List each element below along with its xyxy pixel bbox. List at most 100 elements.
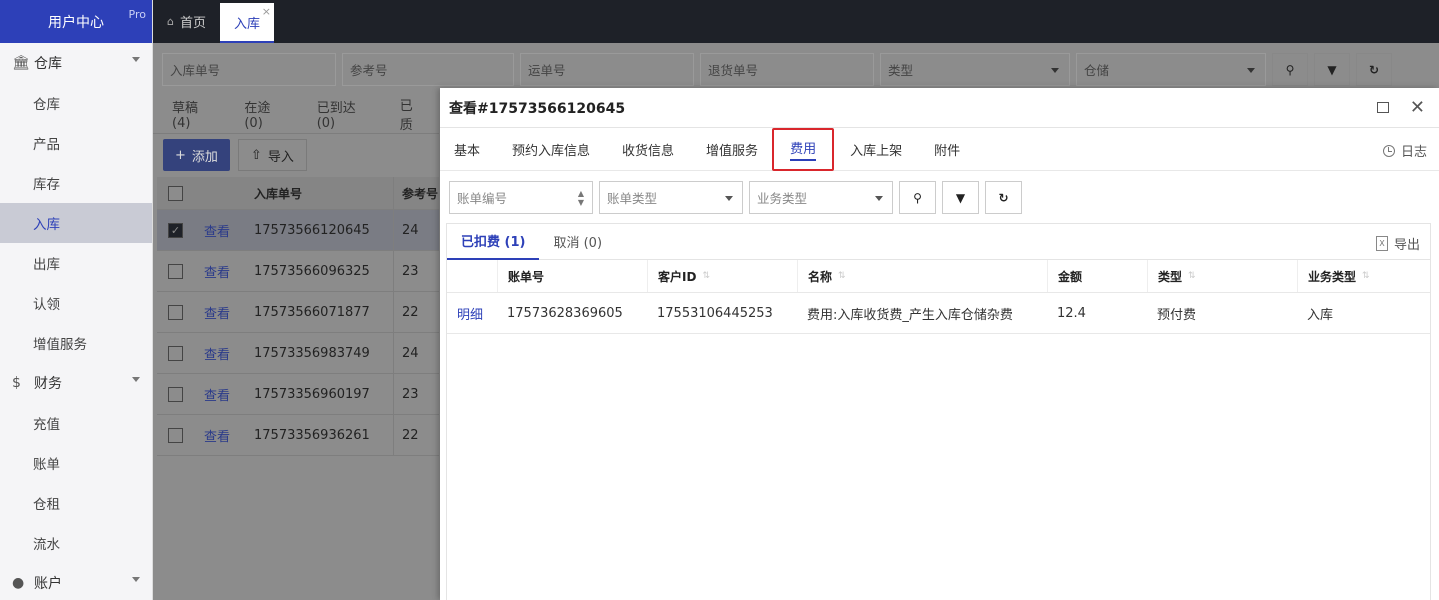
ref-no-input[interactable]: 参考号 (342, 53, 514, 86)
view-link[interactable]: 查看 (194, 262, 243, 281)
row-checkbox[interactable] (168, 263, 183, 279)
tab-home[interactable]: ⌂ 首页 (153, 0, 220, 43)
tab-basic[interactable]: 基本 (440, 128, 496, 170)
view-link[interactable]: 查看 (194, 344, 243, 363)
sort-icon[interactable]: ⇅ (1188, 271, 1196, 281)
chevron-down-icon (875, 196, 883, 201)
filter-button[interactable]: ▼ (942, 181, 979, 214)
view-link[interactable]: 查看 (194, 221, 243, 240)
view-link[interactable]: 查看 (194, 426, 243, 445)
export-button[interactable]: X 导出 (1375, 234, 1420, 253)
sort-icon[interactable]: ⇅ (838, 271, 846, 281)
search-button[interactable]: ⚲ (1272, 53, 1308, 86)
refresh-button[interactable]: ↻ (1356, 53, 1392, 86)
inbound-no-input[interactable]: 入库单号 (162, 53, 336, 86)
tracking-no-input[interactable]: 运单号 (520, 53, 694, 86)
tab-qc[interactable]: 已质 (382, 95, 439, 133)
tab-vas[interactable]: 增值服务 (690, 128, 774, 170)
sidebar-item-bill[interactable]: 账单 (0, 443, 152, 483)
tab-inbound[interactable]: 入库 × (220, 3, 275, 43)
row-checkbox[interactable] (168, 304, 183, 320)
sort-icon[interactable]: ⇅ (702, 271, 710, 281)
col-name[interactable]: 名称 ⇅ (797, 260, 1047, 292)
row-checkbox[interactable] (168, 386, 183, 402)
tab-arrived[interactable]: 已到达(0) (299, 97, 382, 131)
col-customer-id[interactable]: 客户ID ⇅ (647, 260, 797, 292)
maximize-icon[interactable] (1377, 102, 1389, 113)
select-all-checkbox[interactable] (168, 185, 183, 201)
tab-fees-label: 费用 (790, 138, 817, 161)
plus-icon: + (175, 147, 186, 163)
sidebar-item-product[interactable]: 产品 (0, 123, 152, 163)
sidebar-item-claim[interactable]: 认领 (0, 283, 152, 323)
sidebar-group-warehouse[interactable]: 🏛 仓库 (0, 43, 152, 83)
sidebar-item-outbound[interactable]: 出库 (0, 243, 152, 283)
sidebar-item-inventory[interactable]: 库存 (0, 163, 152, 203)
col-ref[interactable]: 参考号 (393, 177, 439, 209)
sort-icon[interactable]: ⇅ (1362, 271, 1370, 281)
detail-link[interactable]: 明细 (447, 293, 497, 333)
row-checkbox[interactable]: ✓ (168, 222, 183, 238)
col-biz-type[interactable]: 业务类型 ⇅ (1297, 260, 1427, 292)
table-row[interactable]: 查看 17573356960197 23 (157, 374, 439, 415)
fee-filter-bar: 账单编号 ▲ ▼ 账单类型 业务类型 ⚲ ▼ ↻ (449, 181, 1439, 214)
refresh-button[interactable]: ↻ (985, 181, 1022, 214)
import-button[interactable]: ⇧ 导入 (237, 139, 307, 171)
inbound-no: 17573356936261 (254, 427, 370, 443)
biz-type-label: 业务类型 (757, 191, 808, 206)
sidebar-item-inbound[interactable]: 入库 (0, 203, 152, 243)
log-button[interactable]: 日志 (1382, 141, 1427, 160)
sidebar-group-label: 财务 (34, 376, 62, 392)
tab-putaway[interactable]: 入库上架 (834, 128, 918, 170)
biz-type-select[interactable]: 业务类型 (749, 181, 893, 214)
tab-receiving[interactable]: 收货信息 (606, 128, 690, 170)
table-row[interactable]: 查看 17573566071877 22 (157, 292, 439, 333)
type-select[interactable]: 类型 (880, 53, 1070, 86)
sidebar-item-recharge[interactable]: 充值 (0, 403, 152, 443)
tab-appointment[interactable]: 预约入库信息 (496, 128, 606, 170)
sidebar-group-account[interactable]: ● 账户 (0, 563, 152, 600)
col-type[interactable]: 类型 ⇅ (1147, 260, 1297, 292)
col-inbound-no[interactable]: 入库单号 (243, 185, 393, 202)
table-row[interactable]: 查看 17573356936261 22 (157, 415, 439, 456)
sidebar-item-vas[interactable]: 增值服务 (0, 323, 152, 363)
view-link[interactable]: 查看 (194, 303, 243, 322)
table-row[interactable]: 查看 17573356983749 24 (157, 333, 439, 374)
tab-fees[interactable]: 费用 (772, 128, 835, 171)
filter-button[interactable]: ▼ (1314, 53, 1350, 86)
search-button[interactable]: ⚲ (899, 181, 936, 214)
row-checkbox[interactable] (168, 427, 183, 443)
sidebar-item-warehouse[interactable]: 仓库 (0, 83, 152, 123)
upload-icon: ⇧ (250, 147, 262, 163)
tab-draft[interactable]: 草稿(4) (153, 97, 226, 131)
row-checkbox[interactable] (168, 345, 183, 361)
sidebar-item-flow[interactable]: 流水 (0, 523, 152, 563)
log-label: 日志 (1400, 145, 1427, 160)
bill-no-input[interactable]: 账单编号 ▲ ▼ (449, 181, 593, 214)
tab-in-transit[interactable]: 在途(0) (226, 97, 298, 131)
tab-attachments[interactable]: 附件 (918, 128, 976, 170)
sidebar-item-rent[interactable]: 仓租 (0, 483, 152, 523)
sidebar-group-finance[interactable]: $ 财务 (0, 363, 152, 403)
name-cell: 费用:入库收货费_产生入库仓储杂费 (807, 307, 1013, 323)
sidebar-group-label: 账户 (34, 576, 62, 592)
warehouse-select[interactable]: 仓储 (1076, 53, 1266, 86)
return-no-input[interactable]: 退货单号 (700, 53, 874, 86)
stepper-icon[interactable]: ▲ ▼ (578, 189, 584, 207)
tab-cancelled[interactable]: 取消 (0) (539, 224, 616, 260)
bill-type-select[interactable]: 账单类型 (599, 181, 743, 214)
close-icon[interactable]: × (262, 5, 271, 18)
add-button[interactable]: + 添加 (163, 139, 230, 171)
inbound-no: 17573356983749 (254, 345, 370, 361)
inbound-no: 17573356960197 (254, 386, 370, 402)
table-row[interactable]: 查看 17573566096325 23 (157, 251, 439, 292)
col-bill-no[interactable]: 账单号 (497, 260, 647, 292)
brand-logo[interactable]: 用户中心 Pro (0, 0, 152, 43)
col-amount[interactable]: 金额 (1047, 260, 1147, 292)
status-tabs: 草稿(4) 在途(0) 已到达(0) 已质 (153, 94, 439, 134)
close-icon[interactable]: ✕ (1410, 97, 1425, 118)
ref-no: 24 (393, 333, 439, 373)
table-row[interactable]: ✓ 查看 17573566120645 24 (157, 210, 439, 251)
view-link[interactable]: 查看 (194, 385, 243, 404)
tab-charged[interactable]: 已扣费 (1) (447, 224, 540, 260)
